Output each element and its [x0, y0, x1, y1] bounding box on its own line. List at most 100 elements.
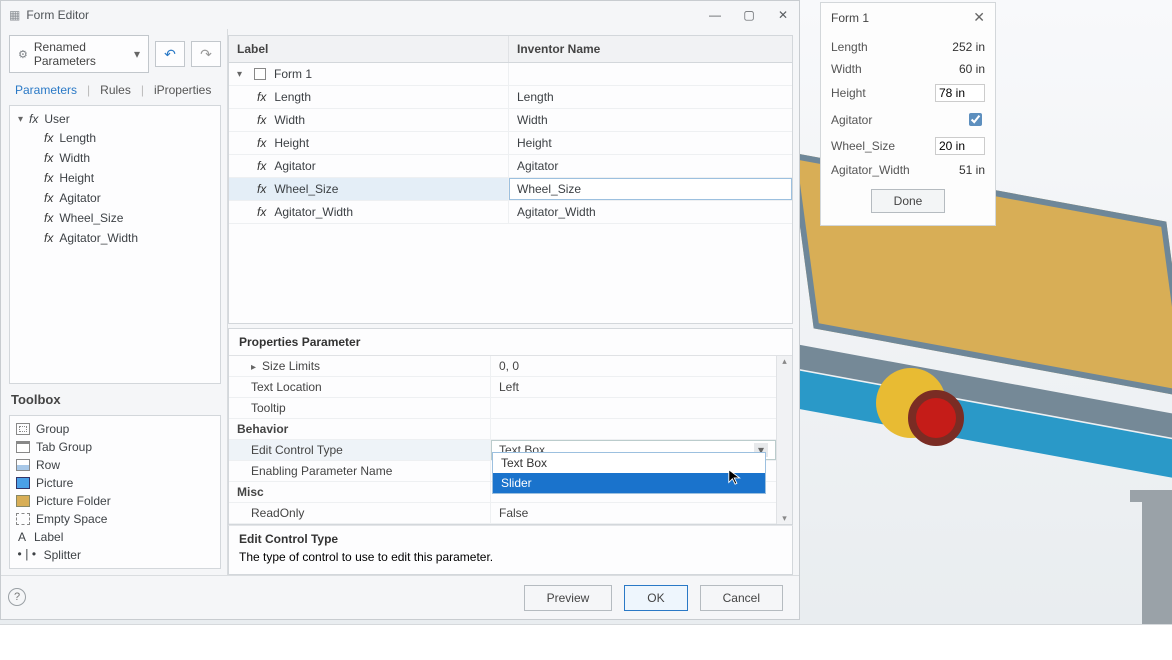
- tree-item-label: Width: [59, 151, 90, 165]
- fx-icon: fx: [257, 182, 266, 196]
- toolbox-item-row[interactable]: Row: [16, 456, 214, 474]
- form1-wheelsize-input[interactable]: [935, 137, 985, 155]
- grid-row[interactable]: fx Height Height: [229, 132, 792, 155]
- form1-title-text: Form 1: [831, 11, 869, 25]
- form1-value[interactable]: 51 in: [959, 163, 985, 177]
- form1-label: Agitator_Width: [831, 163, 910, 177]
- col-header-inventor[interactable]: Inventor Name: [509, 36, 792, 62]
- fx-icon: fx: [257, 205, 266, 219]
- col-header-label[interactable]: Label: [229, 36, 509, 62]
- form1-row-length: Length 252 in: [831, 36, 985, 58]
- grid-inventor-name[interactable]: Agitator_Width: [509, 201, 792, 223]
- grid-inventor-name[interactable]: Wheel_Size: [509, 178, 792, 200]
- splitter-icon: •|•: [16, 548, 38, 562]
- prop-tooltip[interactable]: Tooltip: [229, 398, 776, 419]
- form1-value[interactable]: 60 in: [959, 62, 985, 76]
- fx-icon: fx: [44, 231, 53, 245]
- form1-label: Width: [831, 62, 862, 76]
- grid-label: Length: [274, 90, 311, 104]
- prop-readonly[interactable]: ReadOnlyFalse: [229, 503, 776, 524]
- prop-text-location[interactable]: Text LocationLeft: [229, 377, 776, 398]
- picturefolder-icon: [16, 495, 30, 507]
- toolbox-item-picture[interactable]: Picture: [16, 474, 214, 492]
- grid-label: Height: [274, 136, 309, 150]
- toolbox-item-emptyspace[interactable]: Empty Space: [16, 510, 214, 528]
- tab-rules[interactable]: Rules: [98, 81, 133, 99]
- tree-root-label: User: [44, 112, 69, 126]
- form1-row-wheelsize: Wheel_Size: [831, 133, 985, 159]
- prop-header-behavior[interactable]: Behavior: [229, 419, 776, 440]
- form1-agitator-checkbox[interactable]: [969, 113, 982, 126]
- grid-inventor-name[interactable]: Width: [509, 109, 792, 131]
- renamed-params-dropdown[interactable]: Renamed Parameters: [9, 35, 149, 73]
- toolbox-item-group[interactable]: Group: [16, 420, 214, 438]
- preview-button[interactable]: Preview: [524, 585, 613, 611]
- toolbox-item-picturefolder[interactable]: Picture Folder: [16, 492, 214, 510]
- grid-row-form[interactable]: Form 1: [229, 63, 792, 86]
- minimize-icon[interactable]: —: [707, 8, 723, 22]
- form1-value[interactable]: 252 in: [952, 40, 985, 54]
- toolbox-item-label[interactable]: ALabel: [16, 528, 214, 546]
- combo-option-textbox[interactable]: Text Box: [493, 453, 765, 473]
- group-icon: [16, 423, 30, 435]
- tab-parameters[interactable]: Parameters: [13, 81, 79, 99]
- browser-tab-strip: [0, 624, 1172, 660]
- close-icon[interactable]: ✕: [973, 9, 985, 26]
- picture-icon: [16, 477, 30, 489]
- tree-root-user[interactable]: fx User: [14, 110, 216, 128]
- form1-titlebar: Form 1 ✕: [821, 3, 995, 32]
- cancel-button[interactable]: Cancel: [700, 585, 783, 611]
- fx-icon: fx: [44, 131, 53, 145]
- help-icon[interactable]: ?: [8, 588, 26, 606]
- form1-height-input[interactable]: [935, 84, 985, 102]
- description-text: The type of control to use to edit this …: [239, 550, 782, 564]
- grid-row[interactable]: fxWidthWidth: [229, 109, 792, 132]
- form1-row-width: Width 60 in: [831, 58, 985, 80]
- toolbox-item-splitter[interactable]: •|•Splitter: [16, 546, 214, 564]
- forward-button[interactable]: ↷: [191, 41, 221, 67]
- form1-label: Length: [831, 40, 868, 54]
- fx-icon: fx: [257, 90, 266, 104]
- tree-item[interactable]: fxWidth: [14, 148, 216, 168]
- grid-row[interactable]: fxAgitatorAgitator: [229, 155, 792, 178]
- form1-label: Wheel_Size: [831, 139, 895, 153]
- tree-item-label: Agitator_Width: [59, 231, 138, 245]
- source-tabs: Parameters | Rules | iProperties: [9, 79, 221, 101]
- tree-item[interactable]: fxWheel_Size: [14, 208, 216, 228]
- prop-size-limits[interactable]: Size Limits0, 0: [229, 356, 776, 377]
- close-icon[interactable]: ✕: [775, 8, 791, 22]
- grid-row[interactable]: fxWheel_SizeWheel_Size: [229, 178, 792, 201]
- form-editor-window: ▦ Form Editor — ▢ ✕ Renamed Parameters ↶…: [0, 0, 800, 620]
- tree-item[interactable]: fxAgitator: [14, 188, 216, 208]
- fx-icon: fx: [257, 136, 266, 150]
- grid-inventor-name[interactable]: Agitator: [509, 155, 792, 177]
- maximize-icon[interactable]: ▢: [741, 8, 757, 22]
- app-icon: ▦: [9, 8, 20, 22]
- support-leg: [1142, 500, 1172, 640]
- combo-option-slider[interactable]: Slider: [493, 473, 765, 493]
- form-design-grid: Label Inventor Name Form 1 fx Length Lengt…: [228, 35, 793, 324]
- form1-row-agitatorwidth: Agitator_Width 51 in: [831, 159, 985, 181]
- grid-row[interactable]: fxAgitator_WidthAgitator_Width: [229, 201, 792, 224]
- form1-label: Agitator: [831, 113, 872, 127]
- parameter-tree[interactable]: fx User fxLengthfxWidthfxHeightfxAgitato…: [9, 105, 221, 384]
- properties-title: Properties Parameter: [229, 329, 792, 356]
- grid-inventor-name[interactable]: Height: [509, 132, 792, 154]
- edit-control-dropdown-popup: Text Box Slider: [492, 452, 766, 494]
- tree-item[interactable]: fxHeight: [14, 168, 216, 188]
- tab-iproperties[interactable]: iProperties: [152, 81, 213, 99]
- done-button[interactable]: Done: [871, 189, 946, 213]
- tree-item[interactable]: fx Agitator_Width: [14, 228, 216, 248]
- toolbox-item-tabgroup[interactable]: Tab Group: [16, 438, 214, 456]
- dropdown-label: Renamed Parameters: [34, 40, 128, 68]
- grid-row[interactable]: fx Length Length: [229, 86, 792, 109]
- ok-button[interactable]: OK: [624, 585, 687, 611]
- editor-title: Form Editor: [26, 8, 89, 22]
- editor-titlebar: ▦ Form Editor — ▢ ✕: [1, 1, 799, 29]
- props-scrollbar[interactable]: [776, 356, 792, 524]
- back-button[interactable]: ↶: [155, 41, 185, 67]
- grid-inventor-name[interactable]: Length: [509, 86, 792, 108]
- fx-icon: fx: [44, 191, 53, 205]
- property-description: Edit Control Type The type of control to…: [228, 525, 793, 575]
- tree-item[interactable]: fxLength: [14, 128, 216, 148]
